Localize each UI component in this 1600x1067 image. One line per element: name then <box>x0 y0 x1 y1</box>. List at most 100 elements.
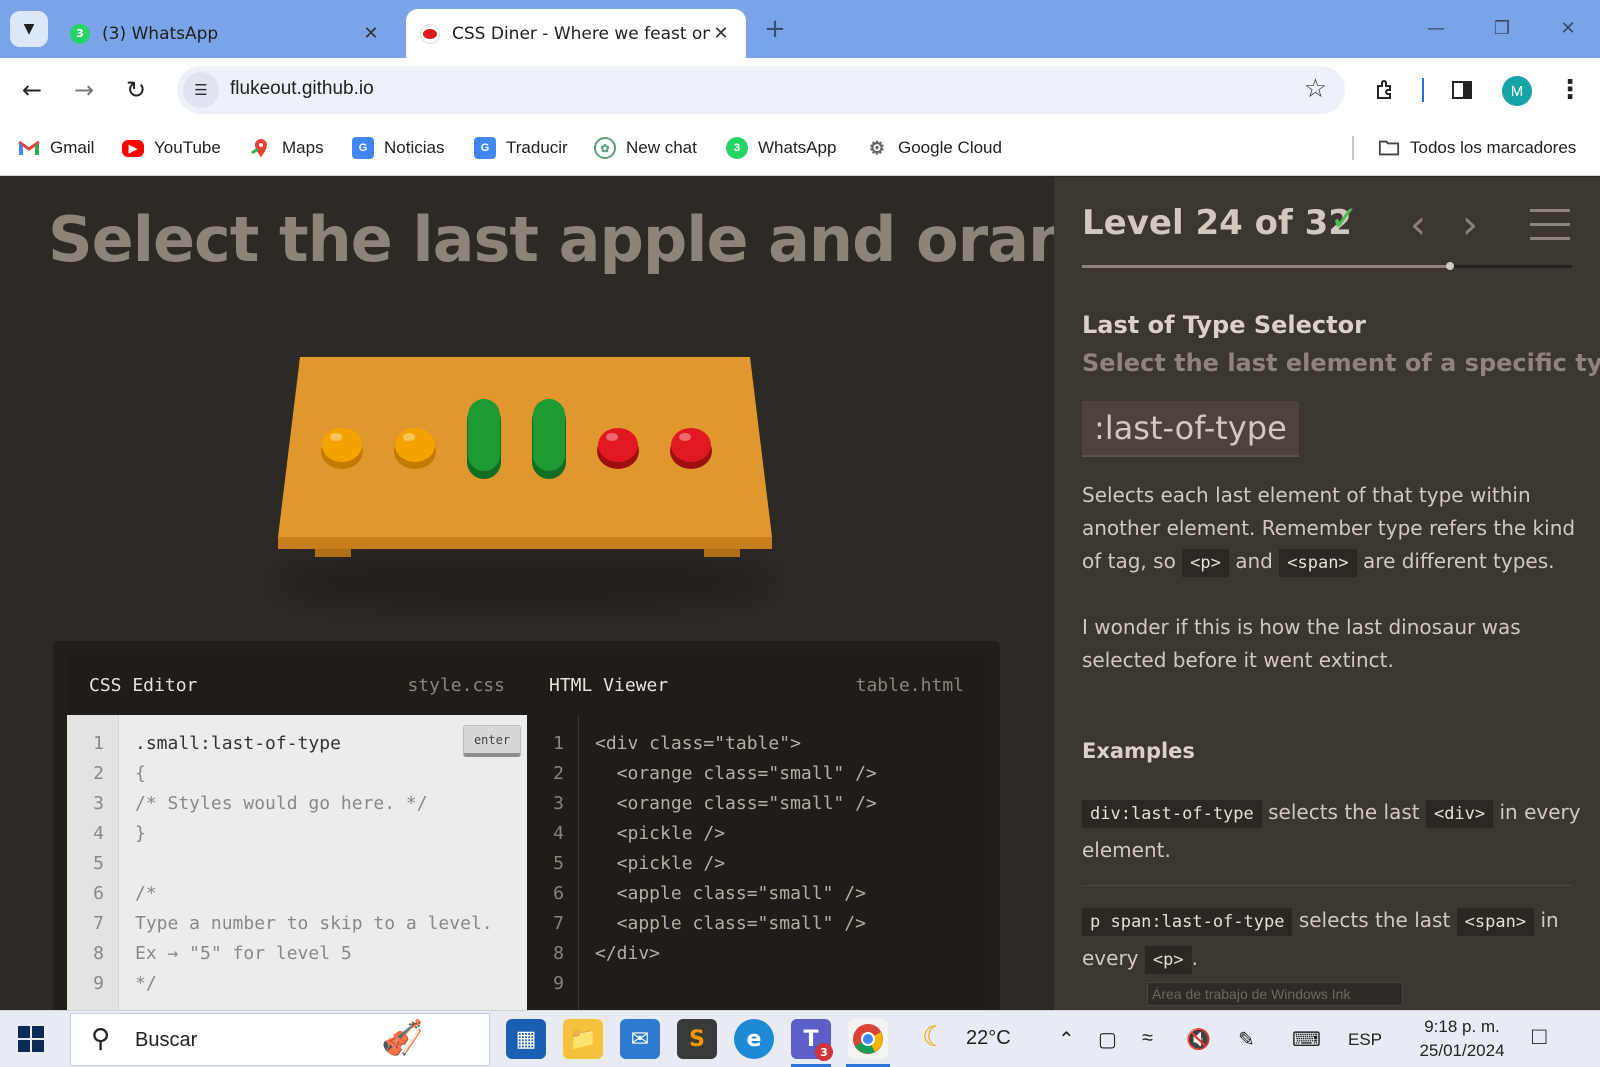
clock-date: 25/01/2024 <box>1419 1041 1505 1060</box>
touch-keyboard-icon[interactable]: ⌨ <box>1292 1027 1321 1052</box>
restore-icon[interactable]: ❐ <box>1482 10 1522 46</box>
apple-item[interactable] <box>597 428 639 469</box>
meet-now-icon[interactable]: ▢ <box>1098 1027 1117 1052</box>
markup-line[interactable]: </div> <box>595 943 660 964</box>
pen-icon[interactable]: ✎ <box>1238 1027 1255 1052</box>
orange-item[interactable] <box>394 428 436 469</box>
bookmark-gmail[interactable]: Gmail <box>18 134 94 162</box>
line-number: 7 <box>553 913 564 934</box>
tab-css-diner[interactable]: CSS Diner - Where we feast on CSS Select… <box>406 9 746 58</box>
windows-start-icon[interactable] <box>18 1026 44 1052</box>
taskbar-search[interactable]: ⚲ Buscar 🎻 <box>70 1013 490 1066</box>
bookmark-noticias[interactable]: G Noticias <box>352 134 444 162</box>
tag-code: <div> <box>1425 800 1494 828</box>
search-placeholder[interactable]: Buscar <box>135 1029 197 1052</box>
html-viewer: 1 2 3 4 5 6 7 8 9 <div class="table"> <o… <box>527 715 986 1010</box>
tab-whatsapp[interactable]: 3 (3) WhatsApp ✕ <box>56 9 396 58</box>
forward-arrow-icon[interactable]: → <box>66 72 102 108</box>
table-leg <box>315 549 351 557</box>
close-window-icon[interactable]: ✕ <box>1548 10 1588 46</box>
line-number: 1 <box>553 733 564 754</box>
bookmark-star-icon[interactable]: ☆ <box>1304 74 1327 104</box>
markup-line[interactable]: <div class="table"> <box>595 733 801 754</box>
all-bookmarks-button[interactable]: Todos los marcadores <box>1378 134 1576 162</box>
selector-name: Last of Type Selector <box>1082 311 1366 339</box>
next-level-icon[interactable]: › <box>1450 202 1490 248</box>
selector-joke: I wonder if this is how the last dinosau… <box>1082 615 1521 672</box>
notifications-icon[interactable]: □ <box>1532 1023 1547 1051</box>
hamburger-menu-icon[interactable] <box>1530 209 1570 241</box>
language-indicator[interactable]: ESP <box>1348 1030 1382 1050</box>
bookmark-label: New chat <box>626 138 697 157</box>
markup-line[interactable]: <orange class="small" /> <box>595 793 877 814</box>
bookmark-maps[interactable]: Maps <box>250 134 324 162</box>
css-input[interactable]: .small:last-of-type <box>135 733 341 754</box>
close-icon[interactable]: ✕ <box>710 23 732 45</box>
microsoft-store-icon[interactable]: ▦ <box>506 1019 546 1059</box>
progress-fill <box>1082 265 1450 268</box>
teams-icon[interactable]: T3 <box>791 1019 833 1061</box>
bookmark-new-chat[interactable]: ✿ New chat <box>594 134 697 162</box>
bookmark-whatsapp[interactable]: 3 WhatsApp <box>726 134 836 162</box>
code-line: /* <box>135 883 157 904</box>
new-tab-button[interactable]: + <box>760 14 790 44</box>
edge-icon[interactable]: e <box>734 1019 774 1059</box>
markup-line[interactable]: <pickle /> <box>595 853 725 874</box>
volume-muted-icon[interactable]: 🔇 <box>1186 1027 1211 1052</box>
previous-level-icon[interactable]: ‹ <box>1398 202 1438 248</box>
url-text[interactable]: flukeout.github.io <box>230 78 374 100</box>
cloud-icon: ⚙ <box>868 137 886 158</box>
markup-line[interactable]: <apple class="small" /> <box>595 883 866 904</box>
level-instruction: Select the last apple and orange <box>48 203 1157 276</box>
bookmark-youtube[interactable]: ▶ YouTube <box>122 134 221 162</box>
reload-icon[interactable]: ↻ <box>118 72 154 108</box>
example-text: selects the last <box>1268 800 1420 824</box>
css-editor[interactable]: 1 2 3 4 5 6 7 8 9 .small:last-of-type { … <box>67 715 527 1010</box>
sublime-text-icon[interactable]: S <box>677 1019 717 1059</box>
more-menu-icon[interactable]: ⋮ <box>1552 72 1588 108</box>
bookmark-label: Todos los marcadores <box>1410 138 1577 157</box>
line-number: 4 <box>553 823 564 844</box>
apple-item[interactable] <box>670 428 712 469</box>
examples-divider <box>1082 885 1572 886</box>
orange-item[interactable] <box>321 428 363 469</box>
file-explorer-icon[interactable]: 📁 <box>563 1019 603 1059</box>
enter-button[interactable]: enter <box>463 725 521 757</box>
wifi-icon[interactable]: ≈ <box>1142 1027 1153 1050</box>
level-progress-bar <box>1082 262 1572 270</box>
bookmark-google-cloud[interactable]: ⚙ Google Cloud <box>866 134 1002 162</box>
address-bar[interactable]: ☰ flukeout.github.io ☆ <box>177 66 1345 114</box>
markup-line[interactable]: <orange class="small" /> <box>595 763 877 784</box>
whatsapp-icon: 3 <box>726 137 748 159</box>
system-clock[interactable]: 9:18 p. m. 25/01/2024 <box>1412 1015 1512 1063</box>
tab-title: (3) WhatsApp <box>102 23 219 44</box>
example-item: div:last-of-type selects the last <div> … <box>1082 793 1582 869</box>
site-settings-icon[interactable]: ☰ <box>183 72 219 108</box>
bookmark-traducir[interactable]: G Traducir <box>474 134 568 162</box>
extensions-icon[interactable] <box>1368 72 1404 108</box>
pickle-item[interactable] <box>467 399 501 479</box>
chrome-icon[interactable] <box>848 1019 888 1059</box>
tab-search-button[interactable]: ▼ <box>10 11 48 47</box>
markup-line[interactable]: <apple class="small" /> <box>595 913 866 934</box>
line-number: 6 <box>93 883 104 904</box>
chevron-up-icon[interactable]: ⌃ <box>1058 1027 1075 1052</box>
markup-line[interactable]: <pickle /> <box>595 823 725 844</box>
bookmark-label: Maps <box>282 138 324 157</box>
translate-icon: G <box>474 137 496 159</box>
line-number: 9 <box>553 973 564 994</box>
level-indicator: Level 24 of 32 <box>1082 203 1352 243</box>
line-number: 5 <box>93 853 104 874</box>
mail-icon[interactable]: ✉ <box>620 1019 660 1059</box>
html-viewer-header: HTML Viewer table.html <box>527 655 986 715</box>
pickle-item[interactable] <box>532 399 566 479</box>
close-icon[interactable]: ✕ <box>360 23 382 45</box>
code-line: { <box>135 763 146 784</box>
profile-avatar[interactable]: M <box>1502 76 1532 106</box>
weather-temperature[interactable]: 22°C <box>966 1027 1011 1050</box>
back-arrow-icon[interactable]: ← <box>14 72 50 108</box>
selector-hint: Selects each last element of that type w… <box>1082 479 1582 578</box>
weather-moon-icon[interactable]: ☾ <box>922 1020 947 1053</box>
minimize-icon[interactable]: — <box>1416 10 1456 46</box>
side-panel-icon[interactable] <box>1444 72 1480 108</box>
